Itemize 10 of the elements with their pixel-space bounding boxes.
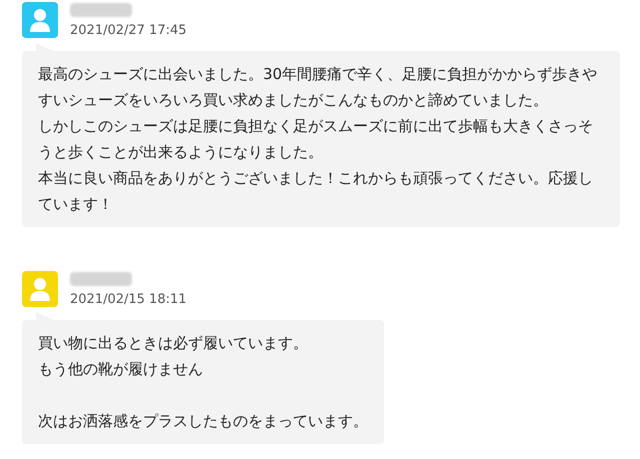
blurred-name	[70, 3, 132, 17]
comment-text: もう他の靴が履けません	[38, 359, 204, 380]
comment-text: 最高のシューズに出会いました。30年間腰痛で辛く、足腰に負担がかからず歩きやすいシューズをいろいろ買い求めましたがこんなものかと諦めていました。	[38, 64, 598, 111]
review-date: 2021/02/15 18:11	[70, 292, 187, 308]
comment-text: しかしこのシューズは足腰に負担なく足がスムーズに前に出て歩幅も大きくさっそうと歩くことが出来るようになりました。	[38, 116, 594, 163]
comment-text: 本当に良い商品をありがとうございました！これからも頑張ってください。応援しています！	[38, 168, 594, 215]
comment-text: 買い物に出るときは必ず履いています。	[38, 333, 309, 354]
comment-text: 次はお洒落感をプラスしたものをまっています。	[38, 411, 368, 432]
review-date: 2021/02/27 17:45	[70, 23, 187, 39]
blurred-name	[70, 272, 132, 286]
